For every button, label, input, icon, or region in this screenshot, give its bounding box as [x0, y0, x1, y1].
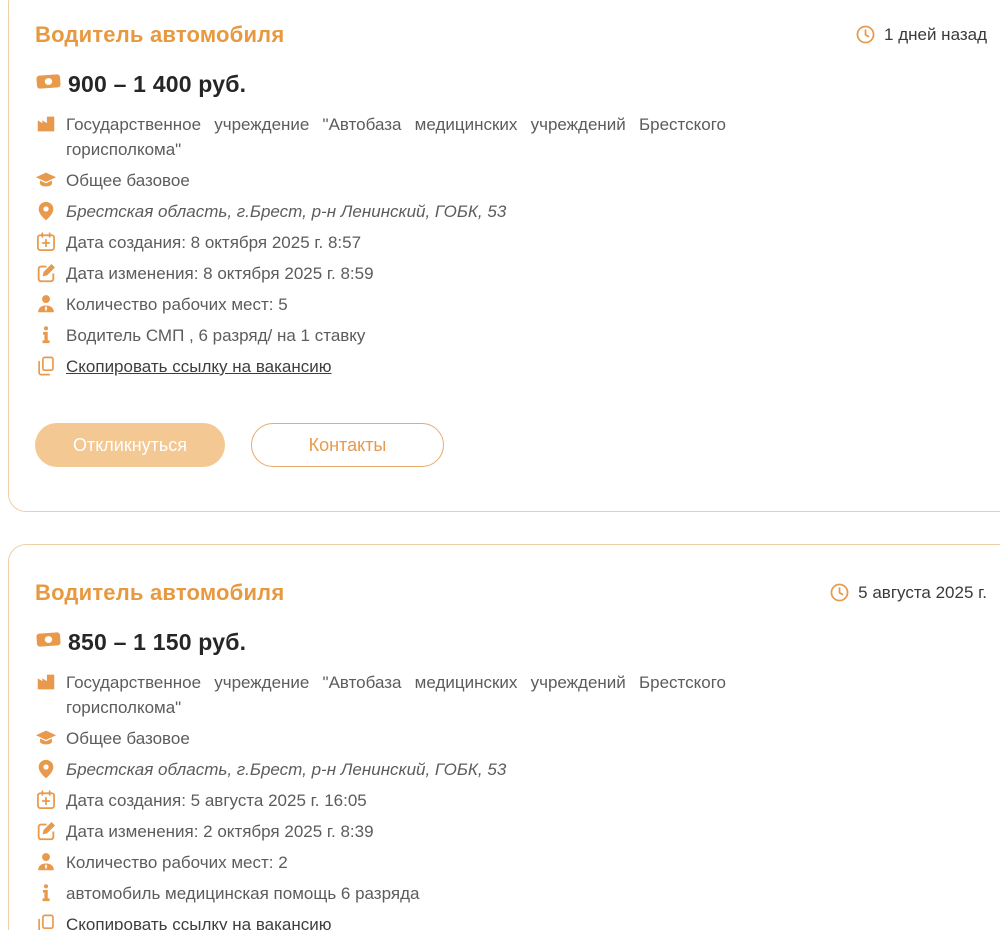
- clock-icon: [855, 24, 876, 45]
- contacts-button[interactable]: Контакты: [251, 423, 444, 467]
- info-icon: [35, 882, 57, 904]
- posted-time: 5 августа 2025 г.: [829, 582, 987, 603]
- copy-link-row: Скопировать ссылку на вакансию: [35, 912, 987, 930]
- created-date-row: Дата создания: 8 октября 2025 г. 8:57: [35, 230, 987, 255]
- edit-icon: [35, 262, 57, 284]
- modified-date: Дата изменения: 8 октября 2025 г. 8:59: [66, 261, 374, 286]
- vacancy-note: Водитель СМП , 6 разряд/ на 1 ставку: [66, 323, 365, 348]
- note-row: Водитель СМП , 6 разряд/ на 1 ставку: [35, 323, 987, 348]
- info-icon: [35, 324, 57, 346]
- location-text: Брестская область, г.Брест, р-н Ленински…: [66, 757, 506, 782]
- vacancy-card: Водитель автомобиля 1 дней назад 900 – 1…: [8, 0, 1000, 512]
- education-row: Общее базовое: [35, 168, 987, 193]
- posted-time: 1 дней назад: [855, 24, 987, 45]
- company-row: Государственное учреждение "Автобаза мед…: [35, 670, 987, 720]
- copy-vacancy-link[interactable]: Скопировать ссылку на вакансию: [66, 912, 332, 930]
- created-date-row: Дата создания: 5 августа 2025 г. 16:05: [35, 788, 987, 813]
- vacancy-title[interactable]: Водитель автомобиля: [35, 579, 284, 606]
- person-icon: [35, 851, 57, 873]
- salary-row: 850 – 1 150 руб.: [35, 626, 987, 658]
- salary-value: 850 – 1 150 руб.: [68, 629, 246, 656]
- note-row: автомобиль медицинская помощь 6 разряда: [35, 881, 987, 906]
- education-row: Общее базовое: [35, 726, 987, 751]
- copy-icon: [35, 913, 57, 930]
- copy-link-row: Скопировать ссылку на вакансию: [35, 354, 987, 379]
- action-buttons: Откликнуться Контакты: [35, 423, 987, 467]
- vacancy-card-header: Водитель автомобиля 5 августа 2025 г.: [35, 579, 987, 606]
- modified-date-row: Дата изменения: 2 октября 2025 г. 8:39: [35, 819, 987, 844]
- vacancy-note: автомобиль медицинская помощь 6 разряда: [66, 881, 419, 906]
- location-text: Брестская область, г.Брест, р-н Ленински…: [66, 199, 506, 224]
- created-date: Дата создания: 5 августа 2025 г. 16:05: [66, 788, 367, 813]
- vacancy-card-header: Водитель автомобиля 1 дней назад: [35, 21, 987, 48]
- workplaces-count: Количество рабочих мест: 5: [66, 292, 288, 317]
- edit-icon: [35, 820, 57, 842]
- modified-date: Дата изменения: 2 октября 2025 г. 8:39: [66, 819, 374, 844]
- banknote-icon: [35, 626, 62, 658]
- copy-icon: [35, 355, 57, 377]
- copy-vacancy-link[interactable]: Скопировать ссылку на вакансию: [66, 354, 332, 379]
- modified-date-row: Дата изменения: 8 октября 2025 г. 8:59: [35, 261, 987, 286]
- location-row: Брестская область, г.Брест, р-н Ленински…: [35, 199, 987, 224]
- posted-time-label: 5 августа 2025 г.: [858, 583, 987, 603]
- workplaces-count: Количество рабочих мест: 2: [66, 850, 288, 875]
- factory-icon: [35, 113, 57, 135]
- company-name: Государственное учреждение "Автобаза мед…: [66, 112, 726, 162]
- salary-row: 900 – 1 400 руб.: [35, 68, 987, 100]
- created-date: Дата создания: 8 октября 2025 г. 8:57: [66, 230, 361, 255]
- posted-time-label: 1 дней назад: [884, 25, 987, 45]
- graduation-cap-icon: [35, 727, 57, 749]
- vacancy-title[interactable]: Водитель автомобиля: [35, 21, 284, 48]
- education-level: Общее базовое: [66, 726, 190, 751]
- vacancy-card: Водитель автомобиля 5 августа 2025 г. 85…: [8, 544, 1000, 930]
- company-name: Государственное учреждение "Автобаза мед…: [66, 670, 726, 720]
- calendar-plus-icon: [35, 231, 57, 253]
- location-row: Брестская область, г.Брест, р-н Ленински…: [35, 757, 987, 782]
- education-level: Общее базовое: [66, 168, 190, 193]
- map-pin-icon: [35, 758, 57, 780]
- workplaces-row: Количество рабочих мест: 2: [35, 850, 987, 875]
- banknote-icon: [35, 68, 62, 100]
- company-row: Государственное учреждение "Автобаза мед…: [35, 112, 987, 162]
- map-pin-icon: [35, 200, 57, 222]
- person-icon: [35, 293, 57, 315]
- factory-icon: [35, 671, 57, 693]
- workplaces-row: Количество рабочих мест: 5: [35, 292, 987, 317]
- salary-value: 900 – 1 400 руб.: [68, 71, 246, 98]
- calendar-plus-icon: [35, 789, 57, 811]
- clock-icon: [829, 582, 850, 603]
- apply-button[interactable]: Откликнуться: [35, 423, 225, 467]
- graduation-cap-icon: [35, 169, 57, 191]
